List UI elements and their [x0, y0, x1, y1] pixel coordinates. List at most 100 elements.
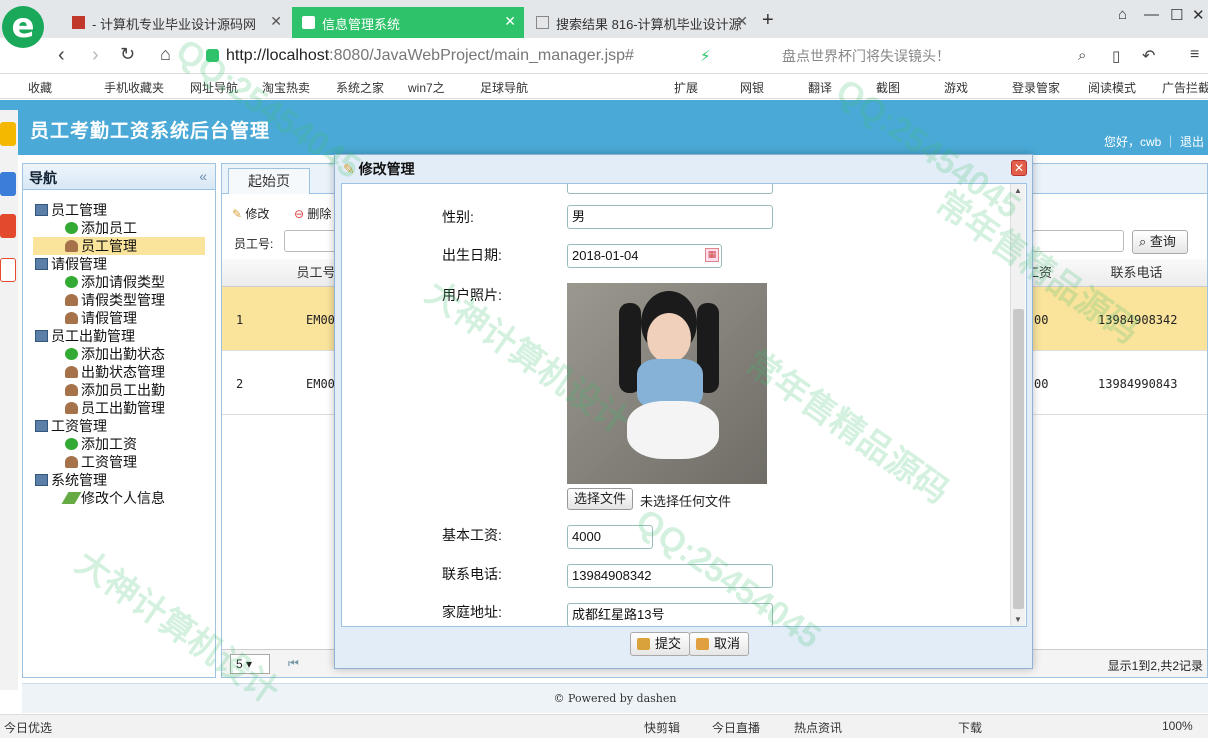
favorites-star-icon[interactable]	[0, 122, 16, 146]
search-button[interactable]: ⌕ 查询	[1132, 230, 1188, 254]
page-favicon-icon	[302, 16, 315, 29]
home-icon[interactable]: ⌂	[160, 44, 171, 65]
nav-group-leave[interactable]: 请假管理	[35, 255, 107, 273]
bookmark-item[interactable]: 游戏	[944, 79, 968, 96]
secondary-search-input[interactable]	[1032, 230, 1124, 252]
bookmark-item[interactable]: 翻译	[808, 79, 832, 96]
close-tab-icon[interactable]: ✕	[270, 13, 282, 30]
nav-item-salary-manage[interactable]: 工资管理	[65, 453, 137, 471]
edit-button[interactable]: ✎ 修改	[232, 205, 269, 222]
base-salary-input[interactable]: 4000	[567, 525, 653, 549]
status-today-picks[interactable]: 今日优选	[4, 719, 52, 736]
nav-item-edit-profile[interactable]: 修改个人信息	[61, 489, 165, 507]
sidebar-app-icon[interactable]	[0, 172, 16, 196]
status-item[interactable]: 快剪辑	[644, 719, 680, 736]
birth-date-input[interactable]: 2018-01-04	[567, 244, 722, 268]
url-input[interactable]: http://localhost:8080/JavaWebProject/mai…	[204, 44, 764, 68]
close-window-button[interactable]: ✕	[1192, 6, 1205, 24]
new-tab-button[interactable]: +	[762, 9, 774, 32]
bookmark-item[interactable]: win7之	[408, 79, 445, 96]
calendar-icon[interactable]: ▦	[705, 248, 719, 262]
bookmark-item[interactable]: 网址导航	[190, 79, 238, 96]
name-input-partial[interactable]	[567, 184, 773, 194]
phone-input[interactable]: 13984908342	[567, 564, 773, 588]
collapse-icon[interactable]: «	[199, 168, 207, 184]
refresh-icon[interactable]: ↻	[120, 44, 135, 65]
nav-item-leave-manage[interactable]: 请假管理	[65, 309, 137, 327]
nav-item-attendance-state-manage[interactable]: 出勤状态管理	[65, 363, 165, 381]
page-size-select[interactable]: 5 ▾	[230, 654, 270, 674]
scroll-up-icon[interactable]: ▲	[1014, 186, 1022, 195]
nav-item-add-employee[interactable]: 添加员工	[65, 219, 137, 237]
mail-icon[interactable]	[0, 258, 16, 282]
nav-title: 导航	[29, 170, 57, 186]
mobile-icon[interactable]: ▯	[1112, 47, 1120, 65]
nav-group-employee[interactable]: 员工管理	[35, 201, 107, 219]
nav-group-salary[interactable]: 工资管理	[35, 417, 107, 435]
status-item[interactable]: 热点资讯	[794, 719, 842, 736]
gender-input[interactable]: 男	[567, 205, 773, 229]
cancel-button[interactable]: 取消	[689, 632, 750, 656]
tab-home[interactable]: 起始页	[228, 168, 310, 194]
first-page-icon[interactable]: ⏮	[288, 656, 299, 671]
address-input[interactable]: 成都红星路13号	[567, 603, 773, 626]
delete-button[interactable]: ⊖ 删除	[294, 205, 331, 222]
bookmark-item[interactable]: 登录管家	[1012, 79, 1060, 96]
nav-item-add-attendance-state[interactable]: 添加出勤状态	[65, 345, 165, 363]
speed-icon[interactable]: ⚡	[700, 47, 711, 65]
nav-item-add-attendance[interactable]: 添加员工出勤	[65, 381, 165, 399]
menu-icon[interactable]: ≡	[1190, 46, 1199, 64]
bookmark-item[interactable]: 广告拦截	[1162, 79, 1208, 96]
folder-icon	[35, 330, 48, 342]
close-tab-icon[interactable]: ✕	[504, 13, 516, 30]
bookmark-item[interactable]: 淘宝热卖	[262, 79, 310, 96]
welcome-logout[interactable]: 您好，cwb ｜ 退出	[1104, 133, 1204, 150]
row-emp-no: EM00	[306, 313, 335, 327]
bookmark-item[interactable]: 足球导航	[480, 79, 528, 96]
bookmark-item[interactable]: 截图	[876, 79, 900, 96]
maximize-button[interactable]: ☐	[1170, 6, 1183, 24]
news-ticker[interactable]: 盘点世界杯门将失误镜头！	[782, 46, 950, 66]
user-photo	[567, 283, 767, 484]
nav-item-add-salary[interactable]: 添加工资	[65, 435, 137, 453]
bookmark-item[interactable]: 扩展	[674, 79, 698, 96]
back-button[interactable]: ‹	[58, 44, 65, 67]
submit-button[interactable]: 提交	[630, 632, 691, 656]
bookmark-item[interactable]: 网银	[740, 79, 764, 96]
nav-item-attendance-manage[interactable]: 员工出勤管理	[65, 399, 165, 417]
grid-header-phone[interactable]: 联系电话	[1066, 259, 1207, 287]
bookmark-item[interactable]: 阅读模式	[1088, 79, 1136, 96]
browser-status-bar: 今日优选 快剪辑 今日直播 热点资讯 下载 100%	[0, 714, 1208, 738]
browser-logo-icon[interactable]: e	[2, 6, 44, 48]
status-item[interactable]: 下载	[958, 719, 982, 736]
dialog-close-button[interactable]: ✕	[1011, 160, 1027, 176]
user-icon	[65, 456, 78, 468]
nav-group-system[interactable]: 系统管理	[35, 471, 107, 489]
forward-button[interactable]: ›	[92, 44, 99, 67]
scroll-thumb[interactable]	[1013, 309, 1024, 609]
browser-tab-2-active[interactable]: 信息管理系统 ✕	[292, 7, 524, 38]
zoom-level[interactable]: 100%	[1162, 719, 1193, 733]
bookmark-item[interactable]: 手机收藏夹	[104, 79, 164, 96]
nav-item-add-leave-type[interactable]: 添加请假类型	[65, 273, 165, 291]
choose-file-button[interactable]: 选择文件	[567, 488, 634, 510]
browser-tab-1[interactable]: - 计算机专业毕业设计源码网 ✕	[62, 7, 290, 38]
scroll-down-icon[interactable]: ▼	[1014, 615, 1022, 624]
dialog-scrollbar[interactable]: ▲ ▼	[1010, 184, 1025, 626]
search-icon[interactable]: ⌕	[1078, 47, 1086, 64]
skin-icon[interactable]: ⌂	[1118, 6, 1127, 23]
nav-group-attendance[interactable]: 员工出勤管理	[35, 327, 135, 345]
app-title: 员工考勤工资系统后台管理	[30, 121, 271, 142]
bookmark-item[interactable]: 收藏	[28, 79, 52, 96]
browser-tab-title: - 计算机专业毕业设计源码网	[92, 17, 256, 32]
undo-icon[interactable]: ↶	[1142, 46, 1155, 66]
status-item[interactable]: 今日直播	[712, 719, 760, 736]
close-tab-icon[interactable]: ✕	[736, 13, 748, 30]
nav-item-leave-type-manage[interactable]: 请假类型管理	[65, 291, 165, 309]
weibo-icon[interactable]	[0, 214, 16, 238]
edit-icon: ✎	[232, 207, 243, 221]
minimize-button[interactable]: —	[1144, 6, 1159, 23]
nav-item-employee-manage[interactable]: 员工管理	[33, 237, 205, 255]
bookmark-item[interactable]: 系统之家	[336, 79, 384, 96]
browser-tab-3[interactable]: 搜索结果 816-计算机毕业设计源 ✕	[526, 7, 756, 38]
